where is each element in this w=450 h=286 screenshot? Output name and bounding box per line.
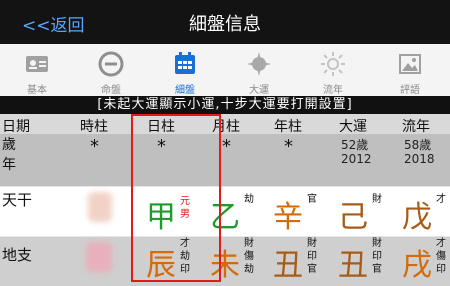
header-year-pillar: 年柱 xyxy=(274,119,302,135)
tab-mingpan[interactable]: 命盤 xyxy=(74,44,148,96)
liunian-branch-note-2: 傷 xyxy=(436,251,446,262)
diamond-star-icon xyxy=(247,52,271,76)
bazi-grid: 日期 時柱 日柱 月柱 年柱 大運 流年 歲 年 * * * * 52歲 201… xyxy=(0,114,450,286)
tab-xipan[interactable]: 細盤 xyxy=(148,44,222,96)
dizhi-label: 地支 xyxy=(2,246,33,264)
month-star: * xyxy=(222,136,231,157)
hour-branch-blurred xyxy=(86,242,112,272)
tab-label: 評語 xyxy=(400,85,420,96)
header-hour-pillar: 時柱 xyxy=(80,119,108,135)
month-stem-note: 劫 xyxy=(244,194,254,205)
year-branch-note-3: 官 xyxy=(307,264,317,275)
dayun-branch: 丑 xyxy=(338,248,368,283)
tab-pingyu[interactable]: 評語 xyxy=(370,44,450,96)
tab-dayun[interactable]: 大運 xyxy=(222,44,296,96)
picture-icon xyxy=(399,54,421,74)
dayun-stem-note: 財 xyxy=(372,194,382,205)
month-branch-note-2: 傷 xyxy=(244,251,254,262)
age-label: 歲 xyxy=(2,137,16,153)
tab-label: 基本 xyxy=(27,85,47,96)
page-title: 細盤信息 xyxy=(189,14,261,35)
liunian-age: 58歲 xyxy=(404,138,432,152)
year-star: * xyxy=(284,136,293,157)
day-pillar-highlight xyxy=(131,114,221,282)
dayun-age: 52歲 xyxy=(341,138,369,152)
liunian-branch-note-3: 印 xyxy=(436,264,446,275)
header-liunian: 流年 xyxy=(402,119,430,135)
dayun-branch-note-2: 印 xyxy=(372,251,382,262)
tab-bar: 基本 命盤 細盤 大運 流年 評語 xyxy=(0,44,450,97)
notice-bar: [未起大運顯示小運,十步大運要打開設置] xyxy=(0,96,450,114)
dayun-stem: 己 xyxy=(338,200,368,235)
year-branch-note-2: 印 xyxy=(307,251,317,262)
tiangan-label: 天干 xyxy=(2,191,33,209)
hour-star: * xyxy=(90,136,99,157)
year-label: 年 xyxy=(2,157,16,173)
liunian-branch-note-1: 才 xyxy=(436,238,446,249)
year-stem-note: 官 xyxy=(307,194,317,205)
dayun-branch-note-3: 官 xyxy=(372,264,382,275)
header-date: 日期 xyxy=(2,119,30,135)
sun-rays-icon xyxy=(321,52,345,76)
month-branch-note-3: 劫 xyxy=(244,264,254,275)
liunian-branch: 戌 xyxy=(402,248,432,283)
tab-basic[interactable]: 基本 xyxy=(0,44,74,96)
nav-bar: <<返回 細盤信息 xyxy=(0,0,450,44)
dayun-branch-note-1: 財 xyxy=(372,238,382,249)
month-branch-note-1: 財 xyxy=(244,238,254,249)
liunian-stem-note: 才 xyxy=(436,194,446,205)
user-card-icon xyxy=(26,56,48,72)
tab-liunian[interactable]: 流年 xyxy=(296,44,370,96)
tab-label: 大運 xyxy=(249,85,269,96)
hour-stem-blurred xyxy=(88,192,112,222)
circle-dash-icon xyxy=(98,51,124,77)
dayun-year: 2012 xyxy=(341,152,372,166)
liunian-year: 2018 xyxy=(404,152,435,166)
year-branch-note-1: 財 xyxy=(307,238,317,249)
year-branch: 丑 xyxy=(273,248,303,283)
liunian-stem: 戊 xyxy=(402,200,432,235)
tab-label: 流年 xyxy=(323,85,343,96)
calendar-grid-icon xyxy=(175,52,195,74)
header-dayun: 大運 xyxy=(339,119,367,135)
year-stem: 辛 xyxy=(273,200,303,235)
tab-label: 細盤 xyxy=(175,85,195,96)
tab-label: 命盤 xyxy=(101,85,121,96)
